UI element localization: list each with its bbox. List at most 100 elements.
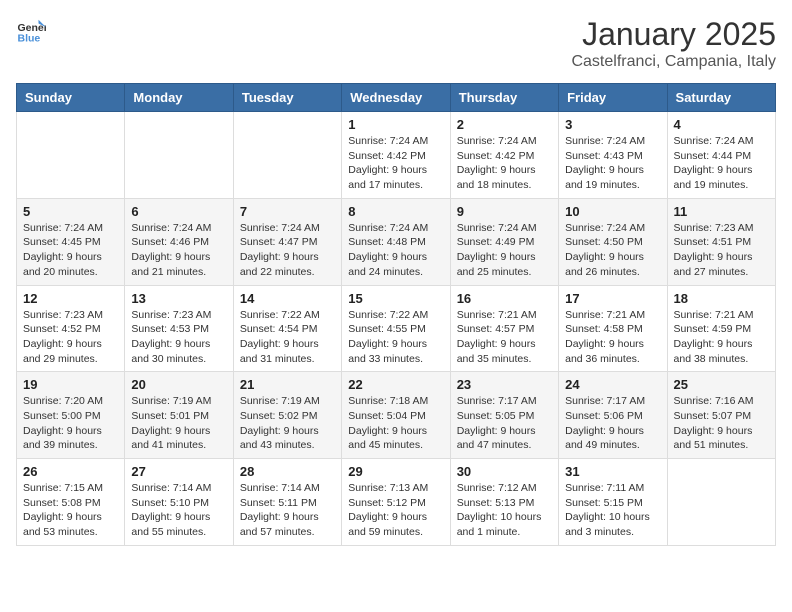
day-cell bbox=[667, 459, 775, 546]
day-info: Sunrise: 7:17 AM Sunset: 5:05 PM Dayligh… bbox=[457, 394, 552, 453]
day-info: Sunrise: 7:17 AM Sunset: 5:06 PM Dayligh… bbox=[565, 394, 660, 453]
day-cell: 24 Sunrise: 7:17 AM Sunset: 5:06 PM Dayli… bbox=[559, 372, 667, 459]
week-row-2: 5Sunrise: 7:24 AM Sunset: 4:45 PM Daylig… bbox=[17, 198, 776, 285]
calendar-table: SundayMondayTuesdayWednesdayThursdayFrid… bbox=[16, 83, 776, 546]
day-number: 24 bbox=[565, 377, 660, 392]
day-number: 12 bbox=[23, 291, 118, 306]
day-info: Sunrise: 7:24 AM Sunset: 4:42 PM Dayligh… bbox=[348, 134, 443, 193]
day-cell: 4 Sunrise: 7:24 AM Sunset: 4:44 PM Daylig… bbox=[667, 112, 775, 199]
day-cell: 20Sunrise: 7:19 AM Sunset: 5:01 PM Dayli… bbox=[125, 372, 233, 459]
day-cell bbox=[125, 112, 233, 199]
day-info: Sunrise: 7:21 AM Sunset: 4:59 PM Dayligh… bbox=[674, 308, 769, 367]
day-cell bbox=[17, 112, 125, 199]
week-row-5: 26Sunrise: 7:15 AM Sunset: 5:08 PM Dayli… bbox=[17, 459, 776, 546]
day-info: Sunrise: 7:24 AM Sunset: 4:49 PM Dayligh… bbox=[457, 221, 552, 280]
day-cell: 18 Sunrise: 7:21 AM Sunset: 4:59 PM Dayli… bbox=[667, 285, 775, 372]
day-cell: 21 Sunrise: 7:19 AM Sunset: 5:02 PM Dayli… bbox=[233, 372, 341, 459]
svg-text:Blue: Blue bbox=[18, 33, 41, 45]
subtitle: Castelfranci, Campania, Italy bbox=[571, 53, 776, 71]
day-cell: 9Sunrise: 7:24 AM Sunset: 4:49 PM Daylig… bbox=[450, 198, 558, 285]
day-info: Sunrise: 7:24 AM Sunset: 4:46 PM Dayligh… bbox=[131, 221, 226, 280]
day-info: Sunrise: 7:13 AM Sunset: 5:12 PM Dayligh… bbox=[348, 481, 443, 540]
day-info: Sunrise: 7:16 AM Sunset: 5:07 PM Dayligh… bbox=[674, 394, 769, 453]
day-info: Sunrise: 7:19 AM Sunset: 5:01 PM Dayligh… bbox=[131, 394, 226, 453]
day-number: 4 bbox=[674, 117, 769, 132]
day-number: 13 bbox=[131, 291, 226, 306]
day-info: Sunrise: 7:21 AM Sunset: 4:58 PM Dayligh… bbox=[565, 308, 660, 367]
day-cell: 14Sunrise: 7:22 AM Sunset: 4:54 PM Dayli… bbox=[233, 285, 341, 372]
day-cell: 16 Sunrise: 7:21 AM Sunset: 4:57 PM Dayli… bbox=[450, 285, 558, 372]
day-cell: 31 Sunrise: 7:11 AM Sunset: 5:15 PM Dayli… bbox=[559, 459, 667, 546]
day-info: Sunrise: 7:20 AM Sunset: 5:00 PM Dayligh… bbox=[23, 394, 118, 453]
day-info: Sunrise: 7:24 AM Sunset: 4:44 PM Dayligh… bbox=[674, 134, 769, 193]
weekday-header-sunday: Sunday bbox=[17, 84, 125, 112]
day-info: Sunrise: 7:23 AM Sunset: 4:51 PM Dayligh… bbox=[674, 221, 769, 280]
day-info: Sunrise: 7:23 AM Sunset: 4:53 PM Dayligh… bbox=[131, 308, 226, 367]
day-cell: 22 Sunrise: 7:18 AM Sunset: 5:04 PM Dayli… bbox=[342, 372, 450, 459]
day-cell: 23 Sunrise: 7:17 AM Sunset: 5:05 PM Dayli… bbox=[450, 372, 558, 459]
day-cell: 28 Sunrise: 7:14 AM Sunset: 5:11 PM Dayli… bbox=[233, 459, 341, 546]
day-info: Sunrise: 7:24 AM Sunset: 4:50 PM Dayligh… bbox=[565, 221, 660, 280]
day-cell: 2Sunrise: 7:24 AM Sunset: 4:42 PM Daylig… bbox=[450, 112, 558, 199]
day-number: 27 bbox=[131, 464, 226, 479]
day-number: 28 bbox=[240, 464, 335, 479]
week-row-3: 12Sunrise: 7:23 AM Sunset: 4:52 PM Dayli… bbox=[17, 285, 776, 372]
day-info: Sunrise: 7:24 AM Sunset: 4:48 PM Dayligh… bbox=[348, 221, 443, 280]
day-info: Sunrise: 7:15 AM Sunset: 5:08 PM Dayligh… bbox=[23, 481, 118, 540]
day-cell: 17 Sunrise: 7:21 AM Sunset: 4:58 PM Dayli… bbox=[559, 285, 667, 372]
day-info: Sunrise: 7:19 AM Sunset: 5:02 PM Dayligh… bbox=[240, 394, 335, 453]
weekday-header-tuesday: Tuesday bbox=[233, 84, 341, 112]
day-cell: 7Sunrise: 7:24 AM Sunset: 4:47 PM Daylig… bbox=[233, 198, 341, 285]
day-number: 25 bbox=[674, 377, 769, 392]
day-number: 18 bbox=[674, 291, 769, 306]
day-number: 23 bbox=[457, 377, 552, 392]
day-cell: 15 Sunrise: 7:22 AM Sunset: 4:55 PM Dayli… bbox=[342, 285, 450, 372]
weekday-header-saturday: Saturday bbox=[667, 84, 775, 112]
logo: General Blue bbox=[16, 16, 46, 46]
day-info: Sunrise: 7:22 AM Sunset: 4:55 PM Dayligh… bbox=[348, 308, 443, 367]
day-cell: 29 Sunrise: 7:13 AM Sunset: 5:12 PM Dayli… bbox=[342, 459, 450, 546]
day-cell: 25 Sunrise: 7:16 AM Sunset: 5:07 PM Dayli… bbox=[667, 372, 775, 459]
day-info: Sunrise: 7:18 AM Sunset: 5:04 PM Dayligh… bbox=[348, 394, 443, 453]
day-info: Sunrise: 7:24 AM Sunset: 4:47 PM Dayligh… bbox=[240, 221, 335, 280]
day-cell bbox=[233, 112, 341, 199]
day-number: 17 bbox=[565, 291, 660, 306]
day-number: 30 bbox=[457, 464, 552, 479]
day-number: 19 bbox=[23, 377, 118, 392]
day-info: Sunrise: 7:14 AM Sunset: 5:11 PM Dayligh… bbox=[240, 481, 335, 540]
title-area: January 2025 Castelfranci, Campania, Ita… bbox=[571, 16, 776, 71]
day-info: Sunrise: 7:11 AM Sunset: 5:15 PM Dayligh… bbox=[565, 481, 660, 540]
weekday-header-friday: Friday bbox=[559, 84, 667, 112]
day-cell: 8Sunrise: 7:24 AM Sunset: 4:48 PM Daylig… bbox=[342, 198, 450, 285]
day-info: Sunrise: 7:21 AM Sunset: 4:57 PM Dayligh… bbox=[457, 308, 552, 367]
day-number: 2 bbox=[457, 117, 552, 132]
day-number: 16 bbox=[457, 291, 552, 306]
weekday-header-wednesday: Wednesday bbox=[342, 84, 450, 112]
day-number: 3 bbox=[565, 117, 660, 132]
day-number: 22 bbox=[348, 377, 443, 392]
day-number: 10 bbox=[565, 204, 660, 219]
day-cell: 11 Sunrise: 7:23 AM Sunset: 4:51 PM Dayli… bbox=[667, 198, 775, 285]
day-cell: 10 Sunrise: 7:24 AM Sunset: 4:50 PM Dayli… bbox=[559, 198, 667, 285]
weekday-header-monday: Monday bbox=[125, 84, 233, 112]
day-number: 29 bbox=[348, 464, 443, 479]
main-title: January 2025 bbox=[571, 16, 776, 53]
day-number: 14 bbox=[240, 291, 335, 306]
day-cell: 3 Sunrise: 7:24 AM Sunset: 4:43 PM Daylig… bbox=[559, 112, 667, 199]
page-header: General Blue January 2025 Castelfranci, … bbox=[16, 16, 776, 71]
week-row-1: 1Sunrise: 7:24 AM Sunset: 4:42 PM Daylig… bbox=[17, 112, 776, 199]
day-number: 6 bbox=[131, 204, 226, 219]
day-number: 5 bbox=[23, 204, 118, 219]
day-info: Sunrise: 7:24 AM Sunset: 4:43 PM Dayligh… bbox=[565, 134, 660, 193]
day-number: 11 bbox=[674, 204, 769, 219]
day-number: 15 bbox=[348, 291, 443, 306]
day-cell: 30 Sunrise: 7:12 AM Sunset: 5:13 PM Dayli… bbox=[450, 459, 558, 546]
day-cell: 5Sunrise: 7:24 AM Sunset: 4:45 PM Daylig… bbox=[17, 198, 125, 285]
day-cell: 12Sunrise: 7:23 AM Sunset: 4:52 PM Dayli… bbox=[17, 285, 125, 372]
day-number: 21 bbox=[240, 377, 335, 392]
day-cell: 1Sunrise: 7:24 AM Sunset: 4:42 PM Daylig… bbox=[342, 112, 450, 199]
week-row-4: 19 Sunrise: 7:20 AM Sunset: 5:00 PM Dayli… bbox=[17, 372, 776, 459]
day-number: 31 bbox=[565, 464, 660, 479]
day-info: Sunrise: 7:12 AM Sunset: 5:13 PM Dayligh… bbox=[457, 481, 552, 540]
day-cell: 26Sunrise: 7:15 AM Sunset: 5:08 PM Dayli… bbox=[17, 459, 125, 546]
